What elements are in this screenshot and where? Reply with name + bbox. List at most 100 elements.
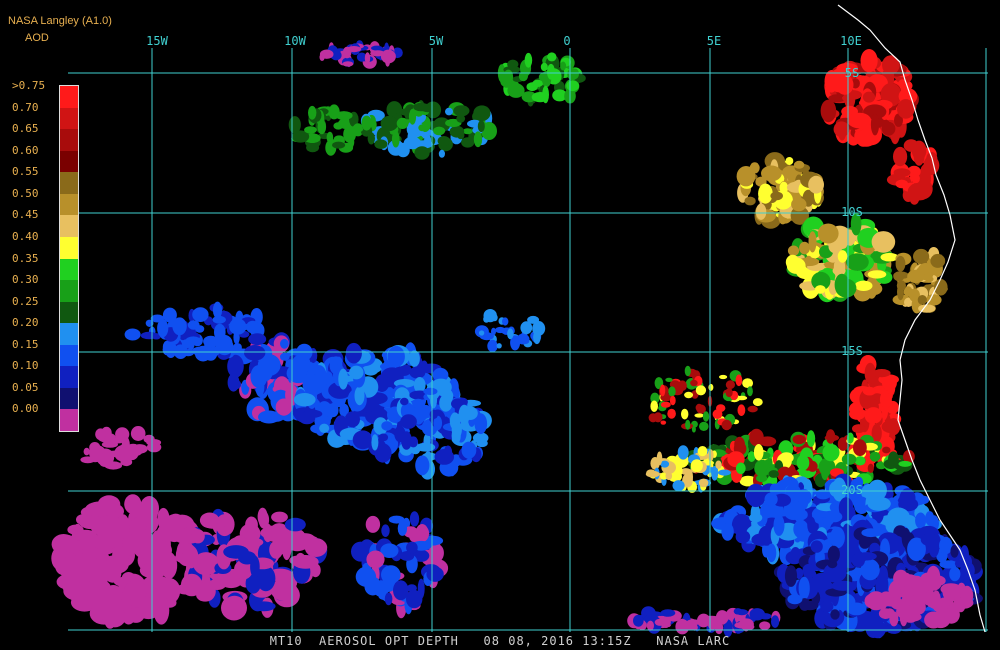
aerosol-patch [864, 407, 883, 424]
aerosol-patch [146, 442, 162, 453]
aerosol-patch [937, 285, 948, 293]
aerosol-patch [104, 585, 123, 604]
aerosol-patch [837, 250, 848, 263]
aerosol-patch [192, 307, 209, 322]
aerosol-patch [871, 231, 896, 253]
legend-label: 0.05 [12, 380, 39, 394]
aerosol-patch [716, 404, 726, 412]
latitude-label: 5S [845, 66, 859, 80]
aerosol-patch [759, 621, 771, 630]
aerosol-patch [406, 541, 418, 554]
aerosol-patch [292, 555, 319, 569]
aerosol-patch [115, 427, 130, 442]
aerosol-patch [660, 420, 667, 425]
aerosol-patch [531, 92, 549, 103]
aerosol-patch [227, 373, 240, 392]
aerosol-patch [690, 459, 703, 473]
aerosol-patch [695, 385, 707, 396]
aerosol-patch [759, 613, 772, 620]
aerosol-patch [735, 530, 751, 544]
aerosol-patch [715, 460, 722, 469]
aerosol-patch [248, 333, 267, 346]
aerosol-patch [408, 350, 420, 367]
aerosol-patch [229, 318, 247, 335]
aerosol-patch [633, 614, 644, 627]
aerosol-patch [742, 378, 753, 388]
aerosol-patch [749, 428, 764, 447]
aerosol-patch [668, 386, 676, 397]
aerosol-patch [252, 601, 276, 612]
aerosol-patch [908, 607, 921, 621]
aerosol-patch [862, 386, 877, 396]
longitude-label: 5W [429, 34, 444, 48]
aerosol-patch [409, 511, 420, 527]
aerosol-patch [406, 589, 423, 609]
aerosol-patch [960, 585, 974, 606]
aerosol-patch [893, 168, 911, 177]
aerosol-patch [566, 80, 580, 92]
aerosol-patch [882, 55, 900, 75]
aerosol-patch [825, 429, 836, 444]
aerosol-patch [916, 266, 929, 275]
aerosol-patch [770, 191, 783, 201]
aerosol-patch [725, 380, 736, 390]
aerosol-patch [78, 515, 104, 530]
aerosol-patch [911, 140, 927, 161]
aerosol-patch [560, 61, 567, 71]
aerosol-patch [847, 112, 872, 129]
aerosol-patch [269, 540, 283, 559]
aerosol-patch [195, 325, 205, 333]
aerosol-patch [768, 470, 779, 478]
latitude-label: 20S [841, 483, 863, 497]
aerosol-patch [130, 426, 146, 441]
aerosol-patch [308, 105, 317, 120]
aerosol-patch [343, 125, 356, 143]
footer-caption: MT10 AEROSOL OPT DEPTH 08 08, 2016 13:15… [269, 634, 731, 648]
aerosol-patch [418, 124, 427, 132]
latitude-label: 15S [841, 344, 863, 358]
aerosol-patch [157, 319, 169, 338]
aerosol-patch [735, 374, 743, 387]
aerosol-patch [698, 478, 709, 488]
aerosol-patch [721, 522, 734, 541]
aerosol-patch [547, 52, 557, 62]
aerosol-patch [381, 524, 390, 537]
aerosol-patch [280, 338, 289, 349]
legend-label: 0.35 [12, 251, 39, 265]
aerosol-patch [527, 315, 540, 324]
aerosol-patch [437, 136, 451, 146]
aerosol-patch [414, 146, 430, 160]
aerosol-patch [718, 469, 731, 476]
longitude-label: 10W [284, 34, 306, 48]
aerosol-patch [820, 99, 837, 123]
aerosol-patch [408, 436, 418, 448]
aerosol-patch [878, 591, 894, 607]
latitude-label: 10S [841, 205, 863, 219]
aerosol-patch [364, 52, 371, 65]
aerosol-patch [820, 600, 834, 613]
aerosol-patch [799, 241, 810, 255]
aerosol-patch [923, 155, 940, 175]
aerosol-patch [685, 419, 691, 430]
aerosol-patch [747, 405, 758, 413]
aerosol-patch [496, 343, 502, 349]
aerosol-patch [944, 606, 959, 623]
aerosol-patch [83, 583, 100, 609]
aerosol-patch [672, 480, 685, 492]
aerosol-patch [246, 320, 260, 334]
aerosol-patch [787, 245, 800, 257]
aerosol-patch [898, 460, 912, 467]
aerosol-patch [646, 620, 655, 631]
aerosol-patch [387, 345, 405, 368]
aerosol-patch [881, 420, 901, 434]
aerosol-patch [381, 421, 393, 431]
aerosol-patch [814, 285, 826, 294]
aerosol-patch [345, 411, 360, 428]
aerosol-patch [89, 445, 106, 461]
legend-label: 0.15 [12, 337, 39, 351]
aerosol-patch [532, 79, 543, 87]
aerosol-patch [787, 594, 803, 605]
aerosol-patch [345, 342, 362, 364]
aerosol-patch [433, 126, 446, 136]
legend-label: 0.55 [12, 165, 39, 179]
